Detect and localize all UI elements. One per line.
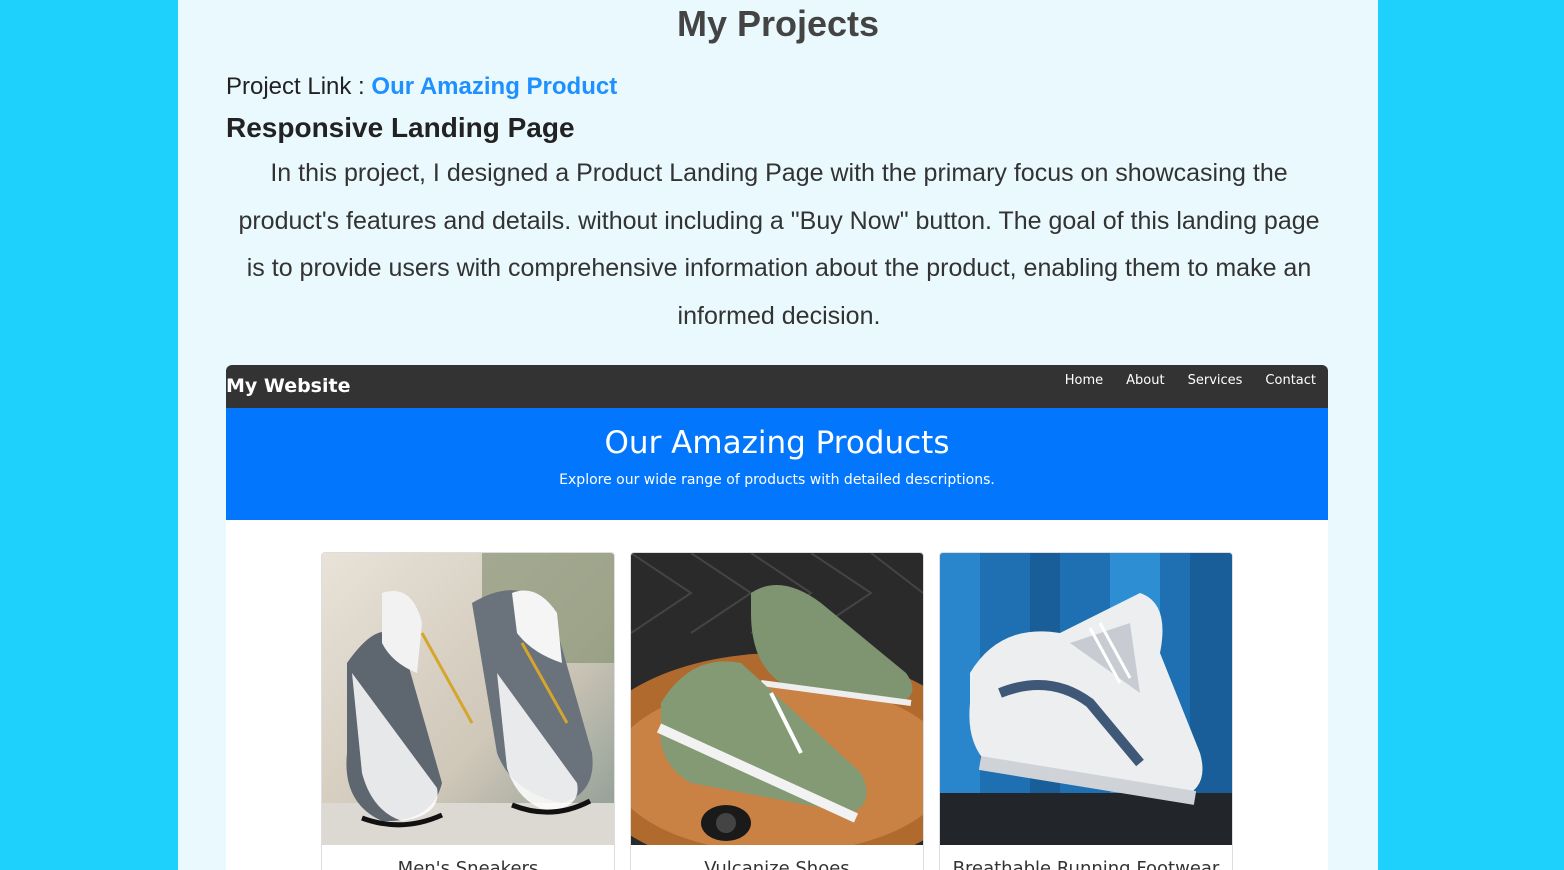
product-name: Breathable Running Footwear [952, 858, 1220, 870]
projects-page: My Projects Project Link : Our Amazing P… [178, 0, 1378, 870]
project-link-row: Project Link : Our Amazing Product [226, 72, 617, 102]
sneaker-image [631, 553, 923, 845]
project-preview-screenshot: My Website Home About Services Contact O… [226, 365, 1328, 870]
project-link-label: Project Link : [226, 73, 372, 100]
product-card-mens-sneakers[interactable]: Men's Sneakers [321, 552, 615, 870]
product-card-vulcanize-shoes[interactable]: Vulcanize Shoes [630, 552, 924, 870]
product-name: Men's Sneakers [397, 858, 539, 870]
page-title: My Projects [676, 3, 880, 44]
preview-hero-title: Our Amazing Products [604, 425, 950, 461]
project-link[interactable]: Our Amazing Product [371, 73, 617, 100]
preview-hero: Our Amazing Products Explore our wide ra… [226, 408, 1328, 520]
preview-nav-links: Home About Services Contact [1065, 373, 1316, 388]
product-card-running-footwear[interactable]: Breathable Running Footwear [939, 552, 1233, 870]
sneaker-image [322, 553, 614, 845]
sneaker-image [940, 553, 1232, 845]
project-heading: Responsive Landing Page [226, 112, 575, 143]
product-name: Vulcanize Shoes [704, 858, 850, 870]
preview-nav-contact[interactable]: Contact [1265, 373, 1316, 388]
preview-nav-about[interactable]: About [1126, 373, 1164, 388]
project-description: In this project, I designed a Product La… [238, 159, 1320, 330]
preview-hero-subtitle: Explore our wide range of products with … [559, 472, 995, 488]
preview-nav-services[interactable]: Services [1188, 373, 1243, 388]
preview-brand: My Website [226, 375, 351, 397]
preview-nav-home[interactable]: Home [1065, 373, 1103, 388]
preview-navbar: My Website Home About Services Contact [226, 365, 1328, 408]
